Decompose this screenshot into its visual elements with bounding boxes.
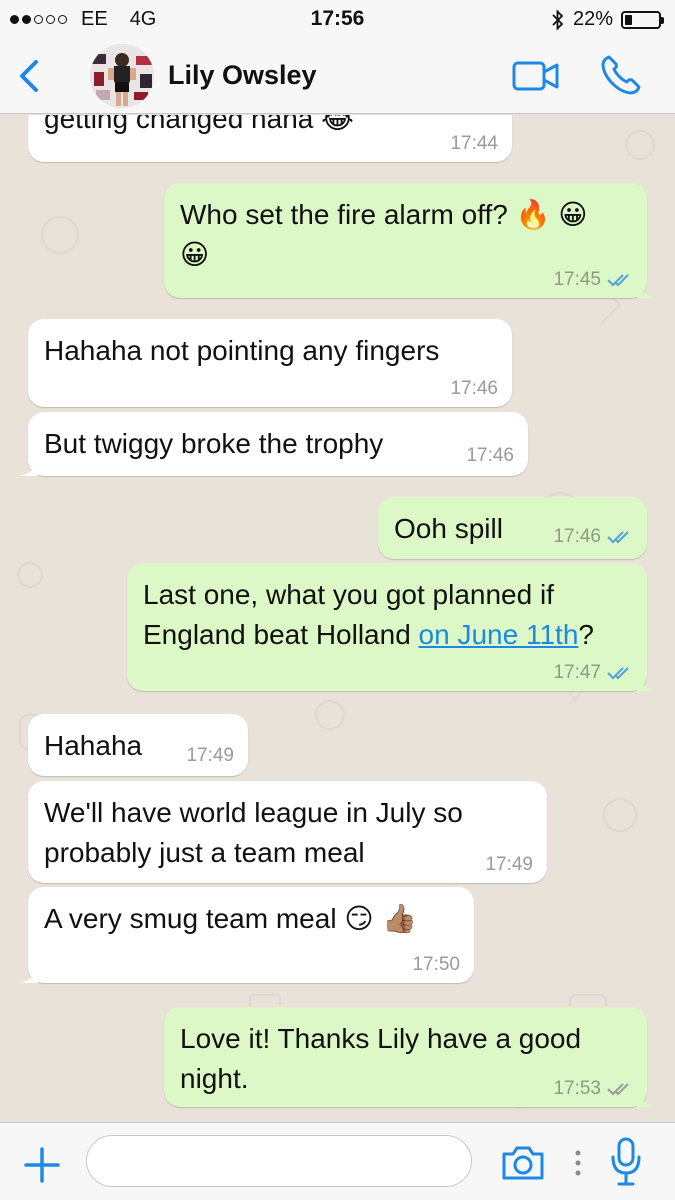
grinning-emoji-icon: 😀 (558, 198, 588, 231)
message-time: 17:44 (450, 133, 498, 154)
phone-icon[interactable] (600, 54, 642, 96)
grinning-emoji-icon: 😀 (180, 238, 210, 271)
bubble-tail (18, 963, 38, 983)
message-time: 17:46 (466, 445, 514, 466)
message-incoming[interactable]: But twiggy broke the trophy 17:46 (18, 412, 528, 476)
message-outgoing[interactable]: Who set the fire alarm off? 🔥 😀 😀 17:45 (164, 183, 657, 298)
chevron-left-icon[interactable] (14, 58, 44, 94)
bubble-tail (637, 1087, 657, 1107)
status-right: 22% (551, 8, 664, 31)
microphone-icon[interactable] (610, 1137, 642, 1187)
message-incoming[interactable]: Hahaha 17:49 (28, 714, 248, 776)
message-time: 17:49 (485, 854, 533, 875)
read-ticks-icon (607, 531, 629, 544)
message-text: Ooh spill (394, 513, 503, 544)
message-text: Hahaha not pointing any fingers (44, 335, 440, 366)
message-text: A very smug team meal (44, 903, 337, 934)
avatar-image (90, 44, 154, 108)
message-outgoing[interactable]: Love it! Thanks Lily have a good night. … (164, 1007, 657, 1107)
fire-emoji-icon: 🔥 (515, 198, 551, 231)
plus-icon[interactable] (24, 1147, 60, 1183)
message-outgoing[interactable]: Ooh spill 17:46 (378, 497, 647, 559)
camera-icon[interactable] (500, 1145, 546, 1181)
smirk-thumbs-up-emoji-icon: 😏 👍🏽 (344, 902, 418, 935)
message-incoming[interactable]: Hahaha not pointing any fingers 17:46 (28, 319, 512, 407)
contact-name[interactable]: Lily Owsley (168, 60, 317, 91)
message-list[interactable]: getting changed haha 😂 17:44 Who set the… (0, 115, 675, 1122)
message-time: 17:49 (186, 745, 234, 766)
composer-bar (0, 1122, 675, 1200)
message-incoming[interactable]: getting changed haha 😂 17:44 (28, 115, 512, 162)
tears-of-joy-emoji-icon: 😂 (321, 115, 354, 135)
message-time: 17:46 (553, 526, 601, 547)
read-ticks-icon (607, 667, 629, 680)
date-link[interactable]: on June 11th (419, 619, 579, 650)
message-text: getting changed haha (44, 115, 314, 134)
delivered-ticks-icon (607, 1083, 629, 1096)
avatar[interactable] (90, 44, 154, 108)
message-text: But twiggy broke the trophy (44, 428, 384, 459)
bubble-tail (637, 671, 657, 691)
message-time: 17:47 (553, 662, 601, 683)
bubble-tail (18, 456, 38, 476)
message-outgoing[interactable]: Last one, what you got planned if Englan… (127, 563, 657, 691)
message-time: 17:46 (450, 378, 498, 399)
message-text: England beat Holland (143, 619, 419, 650)
message-time: 17:53 (553, 1078, 601, 1099)
bubble-tail (637, 278, 657, 298)
message-text: Love it! Thanks Lily have a good (180, 1023, 582, 1054)
message-text: Last one, what you got planned if (143, 579, 554, 610)
message-time: 17:50 (412, 954, 460, 975)
message-input[interactable] (86, 1135, 472, 1187)
message-text: probably just a team meal (44, 837, 365, 868)
more-dots-icon[interactable] (574, 1149, 582, 1177)
message-text: Hahaha (44, 730, 143, 761)
battery-icon (621, 10, 664, 29)
battery-fill (625, 14, 632, 25)
message-incoming[interactable]: A very smug team meal 😏 👍🏽 17:50 (18, 887, 474, 983)
chat-header: Lily Owsley (0, 38, 675, 114)
status-bar: EE 4G 17:56 22% (0, 0, 675, 38)
message-time: 17:45 (553, 269, 601, 290)
message-incoming[interactable]: We'll have world league in July so proba… (28, 781, 547, 883)
message-text: We'll have world league in July so (44, 797, 463, 828)
battery-percent: 22% (572, 8, 613, 30)
message-text: ? (578, 619, 594, 650)
read-ticks-icon (607, 274, 629, 287)
video-camera-icon[interactable] (512, 60, 560, 92)
bluetooth-icon (552, 8, 564, 31)
message-text: Who set the fire alarm off? (180, 199, 508, 230)
